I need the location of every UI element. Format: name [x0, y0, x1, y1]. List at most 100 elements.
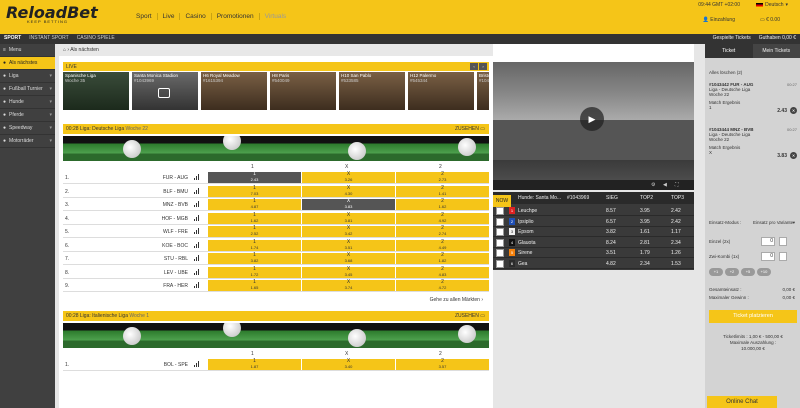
sidebar-item-7[interactable]: ● Motorräder ▾	[0, 135, 55, 148]
runner-checkbox[interactable]	[496, 249, 504, 257]
close-icon[interactable]: ✕	[790, 152, 797, 159]
close-icon[interactable]: ✕	[790, 107, 797, 114]
place-ticket-button[interactable]: Ticket platzieren	[709, 310, 797, 323]
stake-chip[interactable]: +2	[725, 268, 739, 276]
stats-icon[interactable]	[194, 268, 200, 275]
odds-button[interactable]: 1 1.72	[208, 266, 301, 278]
odds-button[interactable]: X 3.26	[302, 172, 395, 183]
next-arrow-icon[interactable]: ›	[479, 63, 487, 70]
combo-stake-input[interactable]: 0	[761, 252, 775, 261]
runner-odd[interactable]: 3.82	[606, 229, 616, 235]
runner-odd[interactable]: 3.95	[640, 208, 650, 214]
odds-button[interactable]: X 3.51	[302, 239, 395, 251]
stats-icon[interactable]	[194, 241, 200, 248]
stats-icon[interactable]	[194, 255, 200, 261]
runner-checkbox[interactable]	[496, 228, 504, 236]
settings-icon[interactable]: ⚙	[651, 182, 655, 188]
runner-odd[interactable]: 2.34	[671, 240, 681, 246]
deposit-button[interactable]: 👤 Einzahlung	[703, 17, 735, 23]
played-tickets-link[interactable]: Gespielte Tickets	[713, 35, 751, 41]
odds-button[interactable]: 1 3.82	[208, 253, 301, 264]
runner-checkbox[interactable]	[496, 207, 504, 215]
live-thumb[interactable]: Santa Monica Stadion #1043969	[132, 72, 198, 110]
online-chat-button[interactable]: Online Chat	[707, 396, 777, 408]
live-thumb[interactable]: H10 San Pablo #533585	[339, 72, 405, 110]
sidebar-item-3[interactable]: ● Fußball Turnier ▾	[0, 83, 55, 96]
odds-button[interactable]: X 3.74	[302, 280, 395, 291]
live-thumb[interactable]: Spanische Liga Woche 35	[63, 72, 129, 110]
odds-button[interactable]: 1 1.87	[208, 358, 301, 370]
runner-checkbox[interactable]	[496, 238, 504, 247]
stats-icon[interactable]	[194, 228, 200, 234]
odds-button[interactable]: 2 1.41	[396, 185, 489, 197]
runner-odd[interactable]: 6.57	[606, 219, 616, 225]
odds-button[interactable]: 1 2.52	[208, 226, 301, 237]
subnav-item[interactable]: CASINO SPIELE	[77, 35, 115, 41]
nav-casino[interactable]: Casino	[180, 13, 212, 20]
tab-my-tickets[interactable]: Mein Tickets	[752, 44, 800, 58]
odds-button[interactable]: 2 4.92	[396, 212, 489, 224]
stake-chip[interactable]: +10	[757, 268, 771, 276]
odds-button[interactable]: X 3.45	[302, 266, 395, 278]
nav-live[interactable]: Live	[158, 13, 181, 20]
runner-odd[interactable]: 3.95	[640, 219, 650, 225]
stats-icon[interactable]	[194, 201, 200, 207]
runner-odd[interactable]: 2.34	[640, 261, 650, 267]
odds-button[interactable]: 2 4.83	[396, 266, 489, 278]
balance-display[interactable]: Guthaben 0,00 €	[759, 35, 796, 41]
watch-button[interactable]: ZUSEHEN ▭	[455, 313, 485, 319]
odds-button[interactable]: 2 4.72	[396, 280, 489, 291]
stats-icon[interactable]	[194, 174, 200, 180]
stake-chip[interactable]: +1	[709, 268, 723, 276]
subnav-item[interactable]: SPORT	[4, 35, 21, 41]
stake-mode[interactable]: Einsatz-Modus : Einsatz pro Variante ▾	[709, 220, 797, 225]
odds-button[interactable]: 1 4.87	[208, 199, 301, 210]
odds-button[interactable]: 2 2.73	[396, 172, 489, 183]
sidebar-item-5[interactable]: ● Pferde ▾	[0, 109, 55, 122]
language-select[interactable]: Deutsch ▾	[756, 2, 788, 8]
runner-odd[interactable]: 1.79	[640, 250, 650, 256]
nav-sport[interactable]: Sport	[131, 13, 158, 20]
odds-button[interactable]: 2 1.82	[396, 253, 489, 264]
sidebar-item-6[interactable]: ● Speedway ▾	[0, 122, 55, 135]
runner-odd[interactable]: 2.81	[640, 240, 650, 246]
home-icon[interactable]: ⌂	[63, 47, 66, 53]
odds-button[interactable]: 2 4.49	[396, 239, 489, 251]
odds-button[interactable]: 1 1.74	[208, 239, 301, 251]
runner-checkbox[interactable]	[496, 259, 504, 268]
runner-checkbox[interactable]	[496, 217, 504, 226]
sidebar-item-4[interactable]: ● Hunde ▾	[0, 96, 55, 109]
stake-chip[interactable]: +5	[741, 268, 755, 276]
single-stake-input[interactable]: 0	[761, 237, 775, 246]
runner-odd[interactable]: 3.51	[606, 250, 616, 256]
live-thumb[interactable]: Bristo#1043	[477, 72, 489, 110]
sidebar-item-2[interactable]: ● Liga ▾	[0, 70, 55, 83]
runner-odd[interactable]: 1.26	[671, 250, 681, 256]
runner-odd[interactable]: 2.42	[671, 208, 681, 214]
play-icon[interactable]: ▶	[580, 107, 604, 131]
tab-ticket[interactable]: Ticket	[705, 44, 753, 58]
nav-virtuals[interactable]: Virtuals	[260, 13, 292, 20]
runner-odd[interactable]: 1.53	[671, 261, 681, 267]
volume-icon[interactable]: ◀	[663, 182, 667, 188]
video-player[interactable]: ▶	[493, 62, 694, 190]
stats-icon[interactable]	[194, 187, 200, 194]
odds-button[interactable]: 2 3.57	[396, 358, 489, 370]
nav-promotionen[interactable]: Promotionen	[212, 13, 260, 20]
combo-checkbox[interactable]	[779, 252, 787, 261]
runner-odd[interactable]: 1.61	[640, 229, 650, 235]
single-checkbox[interactable]	[779, 237, 787, 246]
live-thumb[interactable]: H6 Royal Meadow #1615394	[201, 72, 267, 110]
stats-icon[interactable]	[194, 214, 200, 221]
runner-odd[interactable]: 8.57	[606, 208, 616, 214]
watch-button[interactable]: ZUSEHEN ▭	[455, 126, 485, 132]
runner-odd[interactable]: 1.17	[671, 229, 681, 235]
odds-button[interactable]: X 3.42	[302, 226, 395, 237]
runner-odd[interactable]: 4.82	[606, 261, 616, 267]
odds-button[interactable]: 1 7.03	[208, 185, 301, 197]
odds-button[interactable]: 1 1.65	[208, 280, 301, 291]
fullscreen-icon[interactable]: ⛶	[675, 182, 679, 188]
stats-icon[interactable]	[194, 360, 200, 367]
odds-button[interactable]: 2 1.62	[396, 199, 489, 210]
subnav-item[interactable]: INSTANT SPORT	[29, 35, 68, 41]
